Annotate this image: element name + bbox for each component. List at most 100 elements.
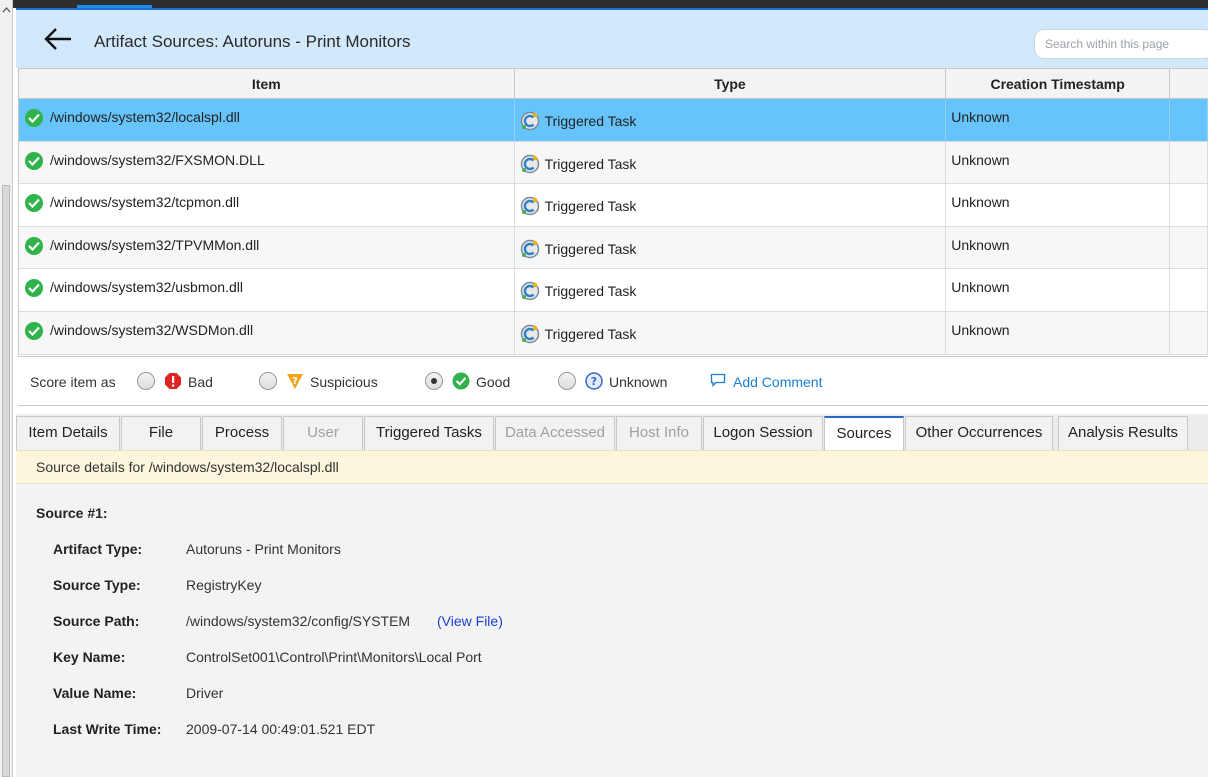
timestamp-value: Unknown: [951, 194, 1010, 211]
item-cell: /windows/system32/usbmon.dll: [19, 269, 515, 311]
score-bar: Score item as Bad ? Suspicious Good ? Un…: [18, 356, 1208, 406]
artifact-type-label: Artifact Type:: [53, 541, 143, 557]
score-suspicious-radio[interactable]: [259, 372, 277, 390]
column-header-type[interactable]: Type: [515, 69, 947, 99]
triggered-task-icon: [520, 324, 539, 344]
score-good-radio[interactable]: [425, 372, 443, 390]
timestamp-cell: Unknown: [946, 141, 1171, 184]
score-bad-radio[interactable]: [137, 372, 155, 390]
extra-cell: [1170, 311, 1208, 354]
table-row[interactable]: /windows/system32/TPVMMon.dll Triggered …: [19, 226, 1208, 270]
timestamp-cell: Unknown: [946, 184, 1171, 226]
type-label: Triggered Task: [544, 240, 637, 257]
item-cell: /windows/system32/tcpmon.dll: [19, 184, 515, 226]
timestamp-cell: Unknown: [946, 226, 1171, 269]
extra-cell: [1170, 99, 1208, 141]
timestamp-cell: Unknown: [946, 311, 1171, 354]
suspicious-icon: ?: [287, 374, 303, 389]
source-details-panel: Source #1: Artifact Type: Autoruns - Pri…: [16, 484, 1208, 777]
score-unknown-label: Unknown: [609, 374, 668, 390]
svg-text:?: ?: [591, 375, 597, 388]
item-cell: /windows/system32/FXSMON.DLL: [19, 141, 515, 184]
source-path-value: /windows/system32/config/SYSTEM: [186, 613, 411, 629]
item-path: /windows/system32/WSDMon.dll: [50, 321, 254, 338]
item-path: /windows/system32/FXSMON.DLL: [50, 151, 265, 168]
tab-logon-session[interactable]: Logon Session: [703, 416, 823, 450]
unknown-icon: ?: [585, 372, 603, 390]
type-cell: Triggered Task: [515, 141, 947, 184]
column-header-extra[interactable]: [1170, 69, 1208, 99]
timestamp-value: Unknown: [951, 236, 1010, 253]
source-type-label: Source Type:: [53, 577, 141, 593]
good-check-icon: [25, 236, 43, 255]
timestamp-value: Unknown: [951, 109, 1010, 125]
view-file-link[interactable]: (View File): [437, 613, 503, 629]
score-suspicious-label: Suspicious: [310, 374, 378, 390]
table-row[interactable]: /windows/system32/WSDMon.dll Triggered T…: [19, 311, 1208, 355]
item-path: /windows/system32/localspl.dll: [50, 109, 240, 125]
tab-user[interactable]: User: [283, 416, 363, 450]
last-write-time-value: 2009-07-14 00:49:01.521 EDT: [186, 721, 376, 737]
top-strip: [13, 0, 1208, 8]
scrollbar-thumb[interactable]: [2, 185, 10, 777]
table-body: /windows/system32/localspl.dll Triggered…: [19, 99, 1208, 355]
score-good-label: Good: [476, 374, 511, 390]
tab-triggered-tasks[interactable]: Triggered Tasks: [364, 416, 494, 450]
bad-icon: [165, 373, 181, 389]
tab-data-accessed[interactable]: Data Accessed: [495, 416, 615, 450]
page-title: Artifact Sources: Autoruns - Print Monit…: [94, 32, 411, 51]
timestamp-cell: Unknown: [946, 269, 1171, 311]
extra-cell: [1170, 184, 1208, 226]
extra-cell: [1170, 226, 1208, 269]
table-row[interactable]: /windows/system32/tcpmon.dll Triggered T…: [19, 184, 1208, 227]
add-comment-label: Add Comment: [733, 374, 823, 390]
tab-item-details[interactable]: Item Details: [16, 416, 120, 450]
table-row[interactable]: /windows/system32/FXSMON.DLL Triggered T…: [19, 141, 1208, 185]
value-name-label: Value Name:: [53, 685, 137, 701]
column-header-creation-timestamp[interactable]: Creation Timestamp: [946, 69, 1171, 99]
triggered-task-icon: [520, 239, 539, 259]
comment-icon: [710, 373, 726, 387]
tab-analysis-results[interactable]: Analysis Results: [1058, 416, 1188, 450]
tab-host-info[interactable]: Host Info: [616, 416, 702, 450]
value-name-value: Driver: [186, 685, 224, 701]
item-path: /windows/system32/usbmon.dll: [50, 279, 243, 296]
triggered-task-icon: [520, 111, 539, 131]
good-check-icon: [25, 109, 43, 127]
good-check-icon: [25, 279, 43, 298]
type-cell: Triggered Task: [515, 269, 947, 311]
tab-other-occurrences[interactable]: Other Occurrences: [905, 416, 1053, 450]
table-header: Item Type Creation Timestamp: [19, 68, 1208, 99]
tab-file[interactable]: File: [121, 416, 201, 450]
table-row[interactable]: /windows/system32/localspl.dll Triggered…: [19, 99, 1208, 142]
score-unknown-radio[interactable]: [558, 372, 576, 390]
timestamp-cell: Unknown: [946, 99, 1171, 141]
detail-tabs: Item Details File Process User Triggered…: [16, 414, 1208, 451]
good-check-icon: [25, 321, 43, 340]
table-row[interactable]: /windows/system32/usbmon.dll Triggered T…: [19, 269, 1208, 312]
tab-sources[interactable]: Sources: [824, 416, 904, 451]
page-header: Artifact Sources: Autoruns - Print Monit…: [16, 8, 1208, 68]
outer-scrollbar[interactable]: [0, 0, 13, 777]
scroll-up-arrow-icon[interactable]: [2, 6, 11, 15]
item-cell: /windows/system32/WSDMon.dll: [19, 311, 515, 354]
extra-cell: [1170, 269, 1208, 311]
main-panel: Artifact Sources: Autoruns - Print Monit…: [16, 8, 1208, 777]
type-label: Triggered Task: [544, 198, 637, 215]
source-details-banner: Source details for /windows/system32/loc…: [16, 450, 1208, 484]
timestamp-value: Unknown: [951, 151, 1010, 168]
svg-text:?: ?: [292, 376, 298, 387]
source-details-text: Source details for /windows/system32/loc…: [36, 459, 339, 475]
type-label: Triggered Task: [544, 283, 637, 300]
column-header-item[interactable]: Item: [19, 69, 515, 99]
source-type-value: RegistryKey: [186, 577, 262, 593]
timestamp-value: Unknown: [951, 321, 1010, 338]
triggered-task-icon: [520, 282, 539, 301]
back-button[interactable]: [42, 26, 74, 52]
tab-process[interactable]: Process: [202, 416, 282, 450]
triggered-task-icon: [520, 196, 539, 216]
timestamp-value: Unknown: [951, 279, 1010, 296]
search-input[interactable]: [1034, 29, 1208, 59]
artifact-sources-table: Item Type Creation Timestamp /windows/sy…: [18, 68, 1208, 355]
item-cell: /windows/system32/localspl.dll: [19, 99, 515, 141]
